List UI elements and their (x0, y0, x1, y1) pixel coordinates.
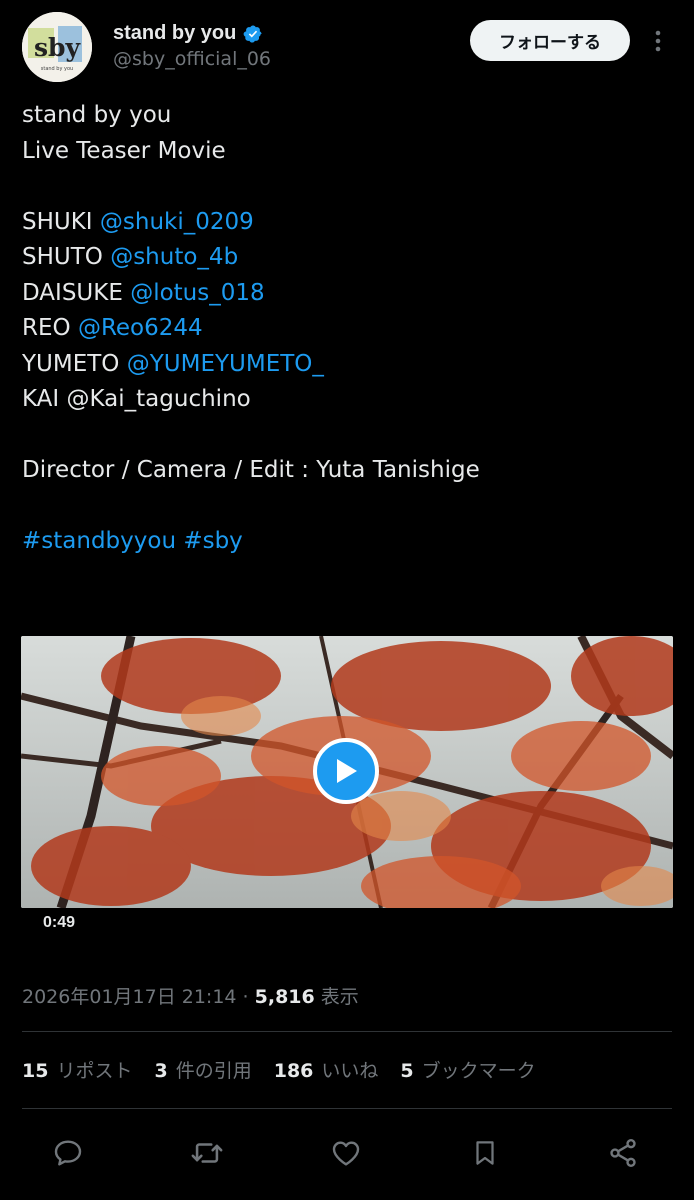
bookmarks-label: ブックマーク (421, 1060, 536, 1082)
tweet-line: DAISUKE @lotus_018 (22, 276, 672, 312)
bookmarks-count: 5 (400, 1060, 414, 1082)
mention-link[interactable]: @YUMEYUMETO_ (127, 351, 324, 377)
likes-label: いいね (321, 1060, 379, 1082)
tweet-text-segment: YUMETO (22, 350, 127, 377)
meta-separator: · (236, 986, 255, 1008)
tweet-line (22, 418, 672, 454)
likes-count: 186 (273, 1060, 314, 1082)
action-bar (0, 1128, 694, 1176)
mention-link[interactable]: @lotus_018 (130, 280, 264, 306)
more-options-icon[interactable] (648, 26, 668, 56)
tweet-text-segment: SHUTO (22, 244, 111, 270)
bookmark-icon[interactable] (468, 1136, 502, 1170)
avatar-logo-text: sby (34, 33, 82, 62)
quotes-stat[interactable]: 3 件の引用 (154, 1060, 251, 1082)
follow-button[interactable]: フォローする (470, 20, 630, 61)
tweet-text-segment: Director / Camera / Edit : Yuta Tanishig… (22, 457, 480, 483)
name-row: stand by you (113, 22, 263, 45)
reposts-count: 15 (22, 1060, 49, 1082)
handle[interactable]: @sby_official_06 (113, 48, 271, 70)
tweet-text-segment: DAISUKE (22, 279, 131, 306)
tweet-line: SHUTO @shuto_4b (22, 240, 672, 276)
tweet-line: YUMETO @YUMEYUMETO_ (22, 347, 672, 383)
tweet-text-segment: stand by you (22, 102, 172, 128)
tweet-text-segment: Live Teaser Movie (22, 137, 226, 164)
views-label: 表示 (314, 986, 359, 1008)
tweet-line: #standbyyou #sby (22, 524, 672, 560)
timestamp[interactable]: 2026年01月17日 21:14 (22, 986, 237, 1008)
divider (22, 1031, 672, 1032)
video-duration: 0:49 (43, 914, 76, 931)
tweet-text-segment: KAI @Kai_taguchino (22, 386, 251, 412)
share-icon[interactable] (606, 1136, 640, 1170)
mention-link[interactable]: @shuki_0209 (100, 209, 254, 235)
reposts-stat[interactable]: 15 リポスト (22, 1060, 132, 1082)
play-button[interactable] (313, 738, 379, 804)
mention-link[interactable]: @Reo6244 (78, 315, 203, 341)
like-icon[interactable] (329, 1136, 363, 1170)
views-count: 5,816 (254, 986, 315, 1008)
tweet-line: Director / Camera / Edit : Yuta Tanishig… (22, 453, 672, 489)
avatar-small-text: stand by you (41, 66, 73, 72)
bookmarks-stat[interactable]: 5 ブックマーク (400, 1060, 535, 1082)
repost-icon[interactable] (190, 1136, 224, 1170)
mention-link[interactable]: @shuto_4b (110, 244, 238, 270)
tweet-line: KAI @Kai_taguchino (22, 382, 672, 418)
play-icon (337, 759, 357, 783)
tweet-line: Live Teaser Movie (22, 134, 672, 170)
divider (22, 1108, 672, 1109)
verified-badge-icon (243, 24, 262, 43)
tweet-header: sby stand by you stand by you @sby_offic… (0, 0, 694, 96)
hashtag-link[interactable]: #standbyyou (22, 528, 176, 554)
tweet-line: REO @Reo6244 (22, 311, 672, 347)
tweet-line (22, 489, 672, 525)
likes-stat[interactable]: 186 いいね (274, 1060, 379, 1082)
tweet-meta: 2026年01月17日 21:14 · 5,816 表示 (22, 982, 359, 1009)
quotes-label: 件の引用 (175, 1060, 252, 1082)
tweet-text: stand by you Live Teaser Movie SHUKI @shuk… (22, 98, 672, 560)
tweet-text-segment: REO (22, 315, 78, 341)
quotes-count: 3 (154, 1060, 168, 1082)
hashtag-link[interactable]: #sby (183, 528, 242, 554)
reply-icon[interactable] (51, 1136, 85, 1170)
tweet-text-segment: SHUKI (22, 208, 100, 235)
avatar[interactable]: sby stand by you (22, 12, 92, 82)
display-name[interactable]: stand by you (113, 22, 236, 45)
tweet-line (22, 169, 672, 205)
tweet-line: stand by you (22, 98, 672, 134)
engagement-stats: 15 リポスト 3 件の引用 186 いいね 5 ブックマーク (22, 1056, 558, 1083)
tweet-line: SHUKI @shuki_0209 (22, 205, 672, 241)
reposts-label: リポスト (56, 1060, 133, 1082)
